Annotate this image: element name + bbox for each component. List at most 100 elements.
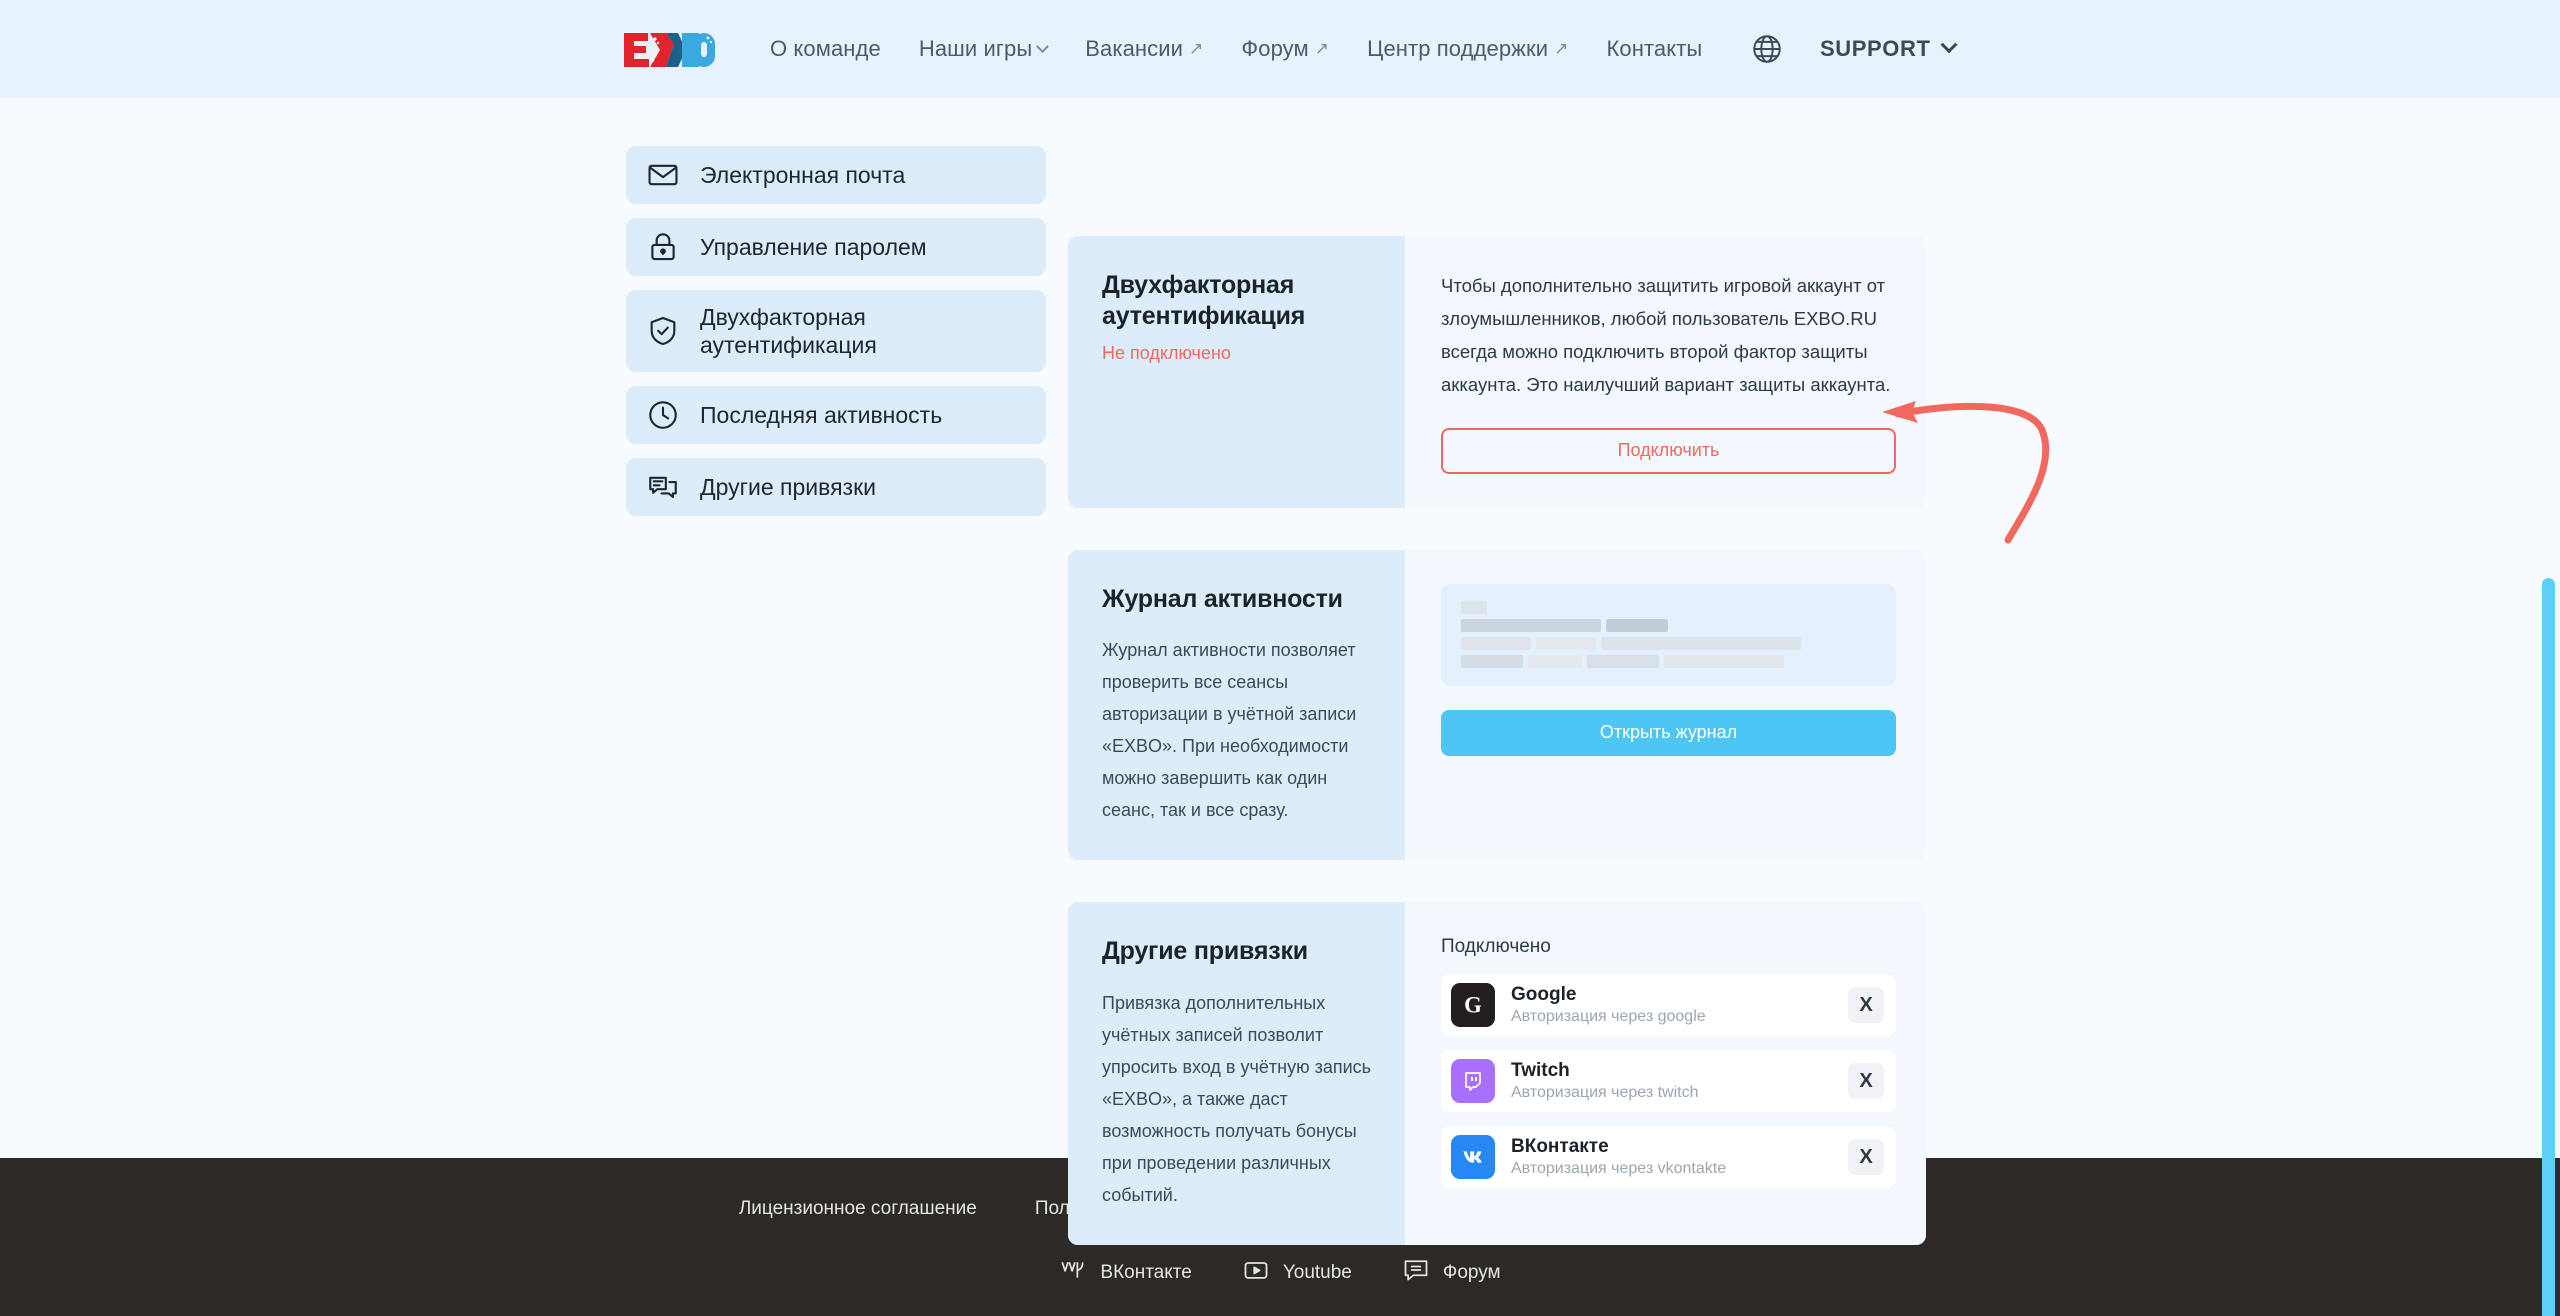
social-link-label: Youtube [1282, 1261, 1352, 1283]
footer-link-license[interactable]: Лицензионное соглашение [739, 1198, 977, 1220]
envelope-icon [646, 158, 680, 192]
nav-item-label: Вакансии [1085, 36, 1184, 61]
vertical-scrollbar[interactable] [2542, 578, 2555, 1316]
social-link-label: Форум [1442, 1261, 1501, 1283]
external-link-icon: ↗ [1314, 39, 1330, 58]
social-link-forum[interactable]: Форум [1402, 1256, 1501, 1289]
nav-item-label: О команде [770, 36, 881, 61]
blur-chip [1461, 655, 1523, 669]
blur-row [1461, 655, 1876, 669]
twitch-icon [1451, 1059, 1495, 1104]
lock-icon [646, 230, 680, 264]
chevron-down-icon [1036, 39, 1050, 53]
support-label: SUPPORT [1820, 36, 1931, 61]
nav-item-forum[interactable]: Форум ↗ [1241, 36, 1329, 62]
other-links-card-left: Другие привязки Привязка дополнительных … [1068, 902, 1405, 1246]
forum-icon [1402, 1256, 1430, 1289]
nav-item-contacts[interactable]: Контакты [1606, 36, 1702, 62]
footer-link-label: Лицензионное соглашение [738, 1198, 977, 1219]
social-link-vk[interactable]: ВКонтакте [1059, 1256, 1192, 1289]
header-right-controls: SUPPORT [1750, 32, 2560, 66]
account-name: Twitch [1511, 1060, 1570, 1082]
account-subtitle: Авторизация через google [1511, 1008, 1706, 1026]
vk-icon [1451, 1135, 1495, 1180]
nav-item-about[interactable]: О команде [770, 36, 881, 62]
vk-icon [1059, 1256, 1087, 1289]
nav-item-vacancies[interactable]: Вакансии ↗ [1085, 36, 1203, 62]
footer-social-links: ВКонтакте Youtube Форум [1059, 1256, 1501, 1289]
linked-account-row-vkontakte[interactable]: ВКонтакте Авторизация через vkontakte X [1441, 1126, 1896, 1189]
account-text: ВКонтакте Авторизация через vkontakte [1511, 1136, 1848, 1178]
sidebar-item-label: Последняя активность [700, 401, 943, 428]
nav-item-games[interactable]: Наши игры [918, 36, 1050, 62]
sidebar-item-password[interactable]: Управление паролем [626, 218, 1046, 276]
blur-chip [1461, 637, 1531, 651]
two-factor-card-left: Двухфакторная аутентификация Не подключе… [1068, 236, 1405, 508]
external-link-icon: ↗ [1189, 39, 1204, 58]
blur-chip [1606, 619, 1668, 633]
remove-account-button[interactable]: X [1848, 1139, 1884, 1176]
blur-chip [1461, 619, 1601, 633]
support-dropdown[interactable]: SUPPORT [1820, 36, 1958, 62]
google-icon: G [1451, 983, 1495, 1028]
nav-item-support-center[interactable]: Центр поддержки ↗ [1367, 36, 1568, 62]
remove-account-button[interactable]: X [1848, 987, 1884, 1024]
external-link-icon: ↗ [1554, 39, 1569, 58]
sidebar-item-label: Другие привязки [700, 473, 876, 500]
account-subtitle: Авторизация через vkontakte [1511, 1160, 1727, 1178]
social-link-youtube[interactable]: Youtube [1242, 1256, 1352, 1289]
blur-chip [1461, 601, 1487, 615]
account-text: Google Авторизация через google [1511, 984, 1848, 1026]
account-subtitle: Авторизация через twitch [1511, 1084, 1699, 1102]
blur-chip [1528, 655, 1582, 669]
blur-chip [1587, 655, 1659, 669]
activity-log-preview-blurred [1441, 583, 1896, 686]
card-title: Журнал активности [1102, 584, 1343, 613]
open-activity-log-button[interactable]: Открыть журнал [1441, 709, 1896, 756]
card-body-text: Чтобы дополнительно защитить игровой акк… [1441, 275, 1891, 395]
activity-log-card-left: Журнал активности Журнал активности позв… [1068, 549, 1405, 861]
nav-item-label: Контакты [1606, 36, 1703, 61]
card-body-text: Журнал активности позволяет проверить вс… [1102, 640, 1357, 821]
chat-icon [646, 470, 680, 504]
chevron-down-icon [1940, 36, 1958, 54]
sidebar-item-label: Двухфакторная аутентификация [700, 303, 877, 358]
exbo-logo[interactable] [622, 27, 722, 71]
svg-text:G: G [1464, 993, 1482, 1018]
enable-two-factor-button[interactable]: Подключить [1441, 427, 1896, 474]
two-factor-card: Двухфакторная аутентификация Не подключе… [1068, 236, 1926, 508]
blur-row [1461, 601, 1876, 615]
account-text: Twitch Авторизация через twitch [1511, 1060, 1848, 1102]
nav-item-label: Наши игры [918, 36, 1033, 61]
two-factor-card-right: Чтобы дополнительно защитить игровой акк… [1405, 236, 1926, 508]
card-title: Двухфакторная аутентификация [1102, 271, 1306, 330]
other-links-card-right: Подключено G Google Авторизация через go… [1405, 902, 1926, 1246]
site-header: О команде Наши игры Вакансии ↗ Форум ↗ Ц… [0, 0, 2560, 98]
activity-log-card-right: Открыть журнал [1405, 549, 1926, 861]
nav-item-label: Форум [1241, 36, 1309, 61]
card-body-text: Привязка дополнительных учётных записей … [1102, 992, 1372, 1206]
remove-account-button[interactable]: X [1848, 1063, 1884, 1100]
nav-item-label: Центр поддержки [1367, 36, 1549, 61]
youtube-icon [1242, 1256, 1270, 1289]
blur-row [1461, 637, 1876, 651]
social-link-label: ВКонтакте [1100, 1261, 1192, 1283]
sidebar-item-email[interactable]: Электронная почта [626, 146, 1046, 204]
other-links-card: Другие привязки Привязка дополнительных … [1068, 902, 1926, 1246]
settings-cards: Двухфакторная аутентификация Не подключе… [1068, 236, 1926, 1246]
connected-label: Подключено [1441, 936, 1551, 958]
globe-icon[interactable] [1750, 32, 1784, 66]
sidebar-item-other-links[interactable]: Другие привязки [626, 458, 1046, 516]
sidebar-item-two-factor[interactable]: Двухфакторная аутентификация [626, 290, 1046, 372]
shield-check-icon [646, 314, 680, 348]
settings-sidebar: Электронная почта Управление паролем Дву… [626, 146, 1046, 516]
linked-account-row-google[interactable]: G Google Авторизация через google X [1441, 974, 1896, 1037]
sidebar-item-last-activity[interactable]: Последняя активность [626, 386, 1046, 444]
account-name: ВКонтакте [1511, 1136, 1609, 1158]
linked-account-row-twitch[interactable]: Twitch Авторизация через twitch X [1441, 1050, 1896, 1113]
page-content: Электронная почта Управление паролем Дву… [0, 98, 2560, 1316]
main-nav: О команде Наши игры Вакансии ↗ Форум ↗ Ц… [770, 36, 1702, 62]
account-name: Google [1511, 984, 1577, 1006]
blur-chip [1664, 655, 1784, 669]
sidebar-item-label: Управление паролем [700, 233, 927, 260]
